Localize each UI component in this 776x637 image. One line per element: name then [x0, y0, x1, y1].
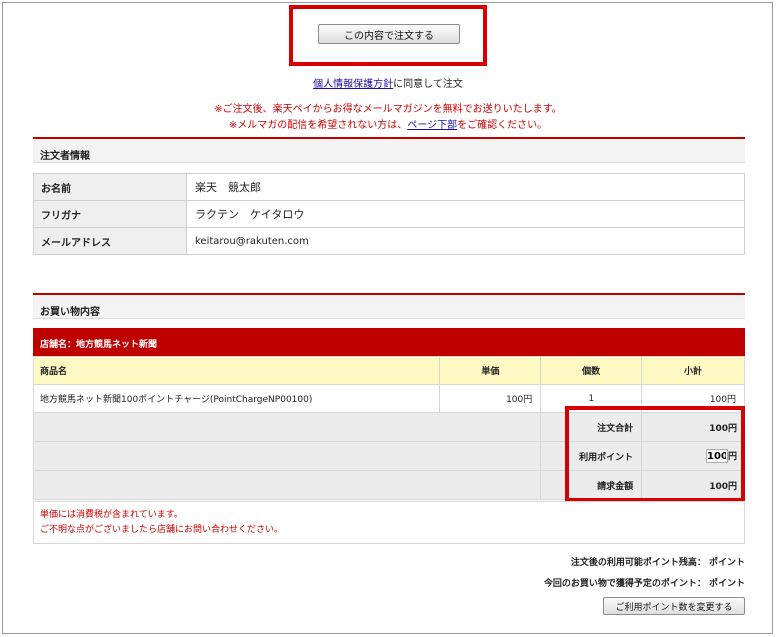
points-balance-text: 注文後の利用可能ポイント残高： ポイント — [570, 558, 745, 568]
header-unit-price: 単価 — [439, 356, 542, 385]
furigana-label: フリガナ — [33, 200, 187, 228]
notice-text-pre: ※メルマガの配信を希望されない方は、 — [228, 120, 408, 131]
buyer-row-name: お名前 楽天 競太郎 — [33, 173, 745, 201]
item-name: 地方競馬ネット新聞100ポイントチャージ(PointChargeNP00100) — [32, 384, 441, 413]
name-value: 楽天 競太郎 — [186, 173, 745, 201]
tax-notice: 単価には消費税が含まれています。 ご不明な点がございましたら店舗にお問い合わせく… — [33, 501, 745, 544]
agreement-text: に同意して注文 — [393, 79, 463, 90]
highlight-order-button — [289, 5, 487, 66]
name-label: お名前 — [33, 173, 187, 201]
points-earned-text: 今回のお買い物で獲得予定のポイント： ポイント — [543, 579, 745, 589]
item-price: 100円 — [439, 384, 542, 413]
furigana-value: ラクテン ケイタロウ — [186, 200, 745, 228]
tax-note-line2: ご不明な点がございましたら店舗にお問い合わせください。 — [40, 525, 284, 535]
email-value: keitarou@rakuten.com — [186, 227, 745, 255]
newsletter-notice-1: ※ご注文後、楽天ペイからお得なメールマガジンを無料でお送りいたします。 — [214, 104, 562, 115]
page-bottom-link[interactable]: ページ下部 — [407, 120, 457, 131]
privacy-agreement: 個人情報保護方針に同意して注文 — [0, 75, 776, 90]
buyer-row-furigana: フリガナ ラクテン ケイタロウ — [33, 200, 745, 228]
summary-spacer — [32, 412, 542, 442]
notice-text-post: をご確認ください。 — [457, 120, 548, 131]
header-item-name: 商品名 — [32, 356, 441, 385]
highlight-summary — [565, 406, 745, 502]
buyer-info-table: お名前 楽天 競太郎 フリガナ ラクテン ケイタロウ メールアドレス keita… — [33, 173, 745, 255]
privacy-policy-link[interactable]: 個人情報保護方針 — [313, 79, 393, 90]
newsletter-notice-2: ※メルマガの配信を希望されない方は、ページ下部をご確認ください。 — [0, 116, 776, 131]
cart-header-row: 商品名 単価 個数 小計 — [32, 356, 745, 385]
cart-section-title: お買い物内容 — [33, 293, 745, 319]
change-points-button[interactable]: ご利用ポイント数を変更する — [603, 597, 745, 615]
buyer-section-title: 注文者情報 — [33, 137, 745, 163]
header-subtotal: 小計 — [641, 356, 745, 385]
summary-spacer — [32, 441, 542, 471]
buyer-row-email: メールアドレス keitarou@rakuten.com — [33, 227, 745, 255]
store-name-bar: 店舗名：地方競馬ネット新聞 — [33, 328, 745, 356]
email-label: メールアドレス — [33, 227, 187, 255]
header-quantity: 個数 — [540, 356, 643, 385]
tax-note-line1: 単価には消費税が含まれています。 — [40, 510, 183, 520]
summary-spacer — [32, 470, 542, 500]
